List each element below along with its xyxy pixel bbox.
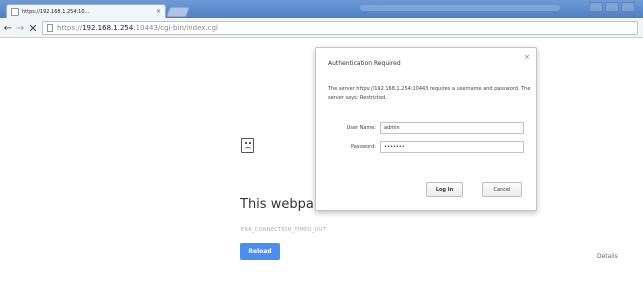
error-code: ERR_CONNECTION_TIMED_OUT <box>241 227 327 233</box>
tab-title: https://192.168.1.254:10… <box>22 8 90 15</box>
error-title: This webpa <box>240 197 314 212</box>
window-controls <box>589 2 635 12</box>
url-path: :10443/cgi-bin/index.cgi <box>133 24 218 32</box>
window-title <box>360 5 560 11</box>
page-icon <box>47 24 53 32</box>
browser-tab[interactable]: https://192.168.1.254:10… × <box>6 4 166 18</box>
log-in-button[interactable]: Log In <box>426 182 463 197</box>
close-window-button[interactable] <box>621 2 635 12</box>
browser-toolbar: ← → ✕ https://192.168.1.254:10443/cgi-bi… <box>0 18 643 38</box>
password-field[interactable] <box>380 141 524 153</box>
page-icon <box>11 7 19 16</box>
back-button[interactable]: ← <box>2 21 14 35</box>
url-host: 192.168.1.254 <box>82 24 134 32</box>
stop-button[interactable]: ✕ <box>27 21 39 35</box>
password-row: Password: <box>328 141 528 153</box>
details-link[interactable]: Details <box>597 253 618 260</box>
auth-dialog: Authentication Required × The server htt… <box>315 47 537 211</box>
title-bar: https://192.168.1.254:10… × <box>0 0 643 18</box>
url-scheme: https:// <box>57 24 83 32</box>
username-row: User Name: <box>328 122 528 134</box>
close-icon[interactable]: × <box>524 53 530 61</box>
forward-button[interactable]: → <box>14 21 26 35</box>
url-text[interactable]: https://192.168.1.254:10443/cgi-bin/inde… <box>57 24 218 32</box>
address-bar[interactable]: https://192.168.1.254:10443/cgi-bin/inde… <box>42 21 638 35</box>
username-field[interactable] <box>380 122 524 134</box>
sad-page-icon <box>241 138 254 153</box>
cancel-button[interactable]: Cancel <box>482 182 522 197</box>
reload-button[interactable]: Reload <box>240 243 280 260</box>
dialog-title: Authentication Required <box>328 60 401 67</box>
username-label: User Name: <box>346 125 376 131</box>
maximize-button[interactable] <box>605 2 619 12</box>
minimize-button[interactable] <box>589 2 603 12</box>
password-label: Password: <box>350 144 376 150</box>
dialog-message: The server https://192.168.1.254:10443 r… <box>328 86 531 101</box>
close-icon[interactable]: × <box>156 8 161 15</box>
new-tab-button[interactable] <box>166 7 190 17</box>
